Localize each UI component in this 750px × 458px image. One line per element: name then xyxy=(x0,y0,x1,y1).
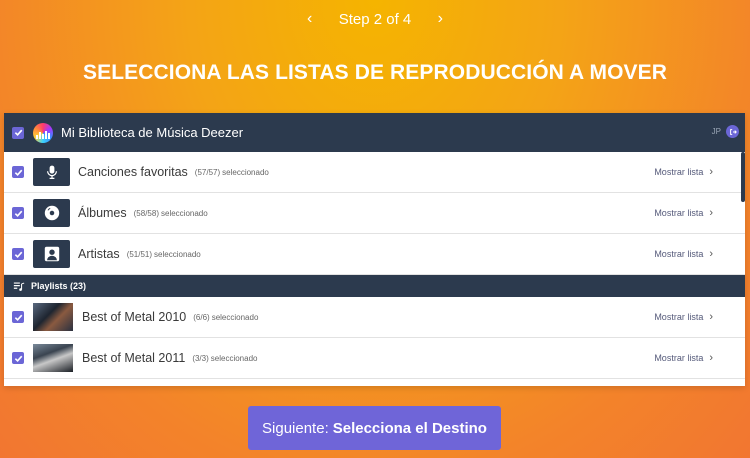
list-item-favorite-songs[interactable]: Canciones favoritas (57/57) seleccionado … xyxy=(4,152,745,193)
show-list-link[interactable]: Mostrar lista › xyxy=(654,352,713,364)
show-list-link[interactable]: Mostrar lista › xyxy=(654,207,713,219)
selected-label: seleccionado xyxy=(161,208,208,218)
select-all-checkbox[interactable] xyxy=(12,126,24,139)
vinyl-disc-icon xyxy=(33,199,70,227)
next-select-destination-button[interactable]: Siguiente: Selecciona el Destino xyxy=(248,406,501,450)
list-item-playlist[interactable]: Best of Metal 2011 (3/3) seleccionado Mos… xyxy=(4,338,745,379)
item-checkbox[interactable] xyxy=(12,207,24,219)
step-label: Step 2 of 4 xyxy=(338,10,412,28)
item-checkbox[interactable] xyxy=(12,248,24,260)
item-count: (51/51) xyxy=(126,249,153,259)
chevron-right-icon: › xyxy=(709,352,713,364)
library-panel: Mi Biblioteca de Música Deezer JP Cancio… xyxy=(4,113,745,386)
person-icon xyxy=(33,240,70,268)
item-title: Artistas xyxy=(78,247,120,261)
item-title: Canciones favoritas xyxy=(78,165,188,179)
item-checkbox[interactable] xyxy=(12,166,24,178)
library-header: Mi Biblioteca de Música Deezer JP xyxy=(4,113,745,152)
stepper: ‹ Step 2 of 4 › xyxy=(0,10,750,28)
button-prefix: Siguiente: xyxy=(262,419,329,437)
button-label: Selecciona el Destino xyxy=(332,419,487,437)
chevron-right-icon: › xyxy=(709,248,713,260)
chevron-right-icon: › xyxy=(709,207,713,219)
microphone-icon xyxy=(33,158,70,186)
show-list-link[interactable]: Mostrar lista › xyxy=(654,311,713,323)
item-count: (57/57) xyxy=(194,167,221,177)
item-checkbox[interactable] xyxy=(12,352,24,364)
playlists-section-label: Playlists (23) xyxy=(31,281,87,291)
chevron-right-icon: › xyxy=(709,311,713,323)
item-title: Best of Metal 2011 xyxy=(82,351,186,365)
selected-label: seleccionado xyxy=(211,312,259,322)
list-item-albums[interactable]: Álbumes (58/58) seleccionado Mostrar list… xyxy=(4,193,745,234)
playlist-icon xyxy=(13,281,25,291)
show-list-link[interactable]: Mostrar lista › xyxy=(654,248,713,260)
selected-label: seleccionado xyxy=(154,249,201,259)
logout-icon[interactable] xyxy=(726,125,739,138)
list-item-artists[interactable]: Artistas (51/51) seleccionado Mostrar lis… xyxy=(4,234,745,275)
selected-label: seleccionado xyxy=(210,353,258,363)
previous-step-icon[interactable]: ‹ xyxy=(303,10,317,28)
show-list-link[interactable]: Mostrar lista › xyxy=(654,166,713,178)
list-item-playlist[interactable]: Best of Metal 2010 (6/6) seleccionado Mos… xyxy=(4,297,745,338)
deezer-logo-icon xyxy=(33,122,53,143)
item-title: Best of Metal 2010 xyxy=(82,310,187,324)
item-checkbox[interactable] xyxy=(12,311,24,323)
page-title: SELECCIONA LAS LISTAS DE REPRODUCCIÓN A … xyxy=(83,61,667,84)
next-step-icon[interactable]: › xyxy=(433,10,447,28)
playlists-section-header: Playlists (23) xyxy=(4,275,745,297)
library-title: Mi Biblioteca de Música Deezer xyxy=(61,125,244,140)
scrollbar[interactable] xyxy=(741,152,745,202)
user-initials: JP xyxy=(711,127,721,136)
item-count: (3/3) xyxy=(192,353,209,363)
selected-label: seleccionado xyxy=(222,167,269,177)
item-count: (58/58) xyxy=(133,208,159,218)
item-title: Álbumes xyxy=(78,206,127,220)
playlist-cover-image xyxy=(33,344,73,372)
playlist-cover-image xyxy=(33,303,73,331)
item-count: (6/6) xyxy=(193,312,210,322)
chevron-right-icon: › xyxy=(709,166,713,178)
